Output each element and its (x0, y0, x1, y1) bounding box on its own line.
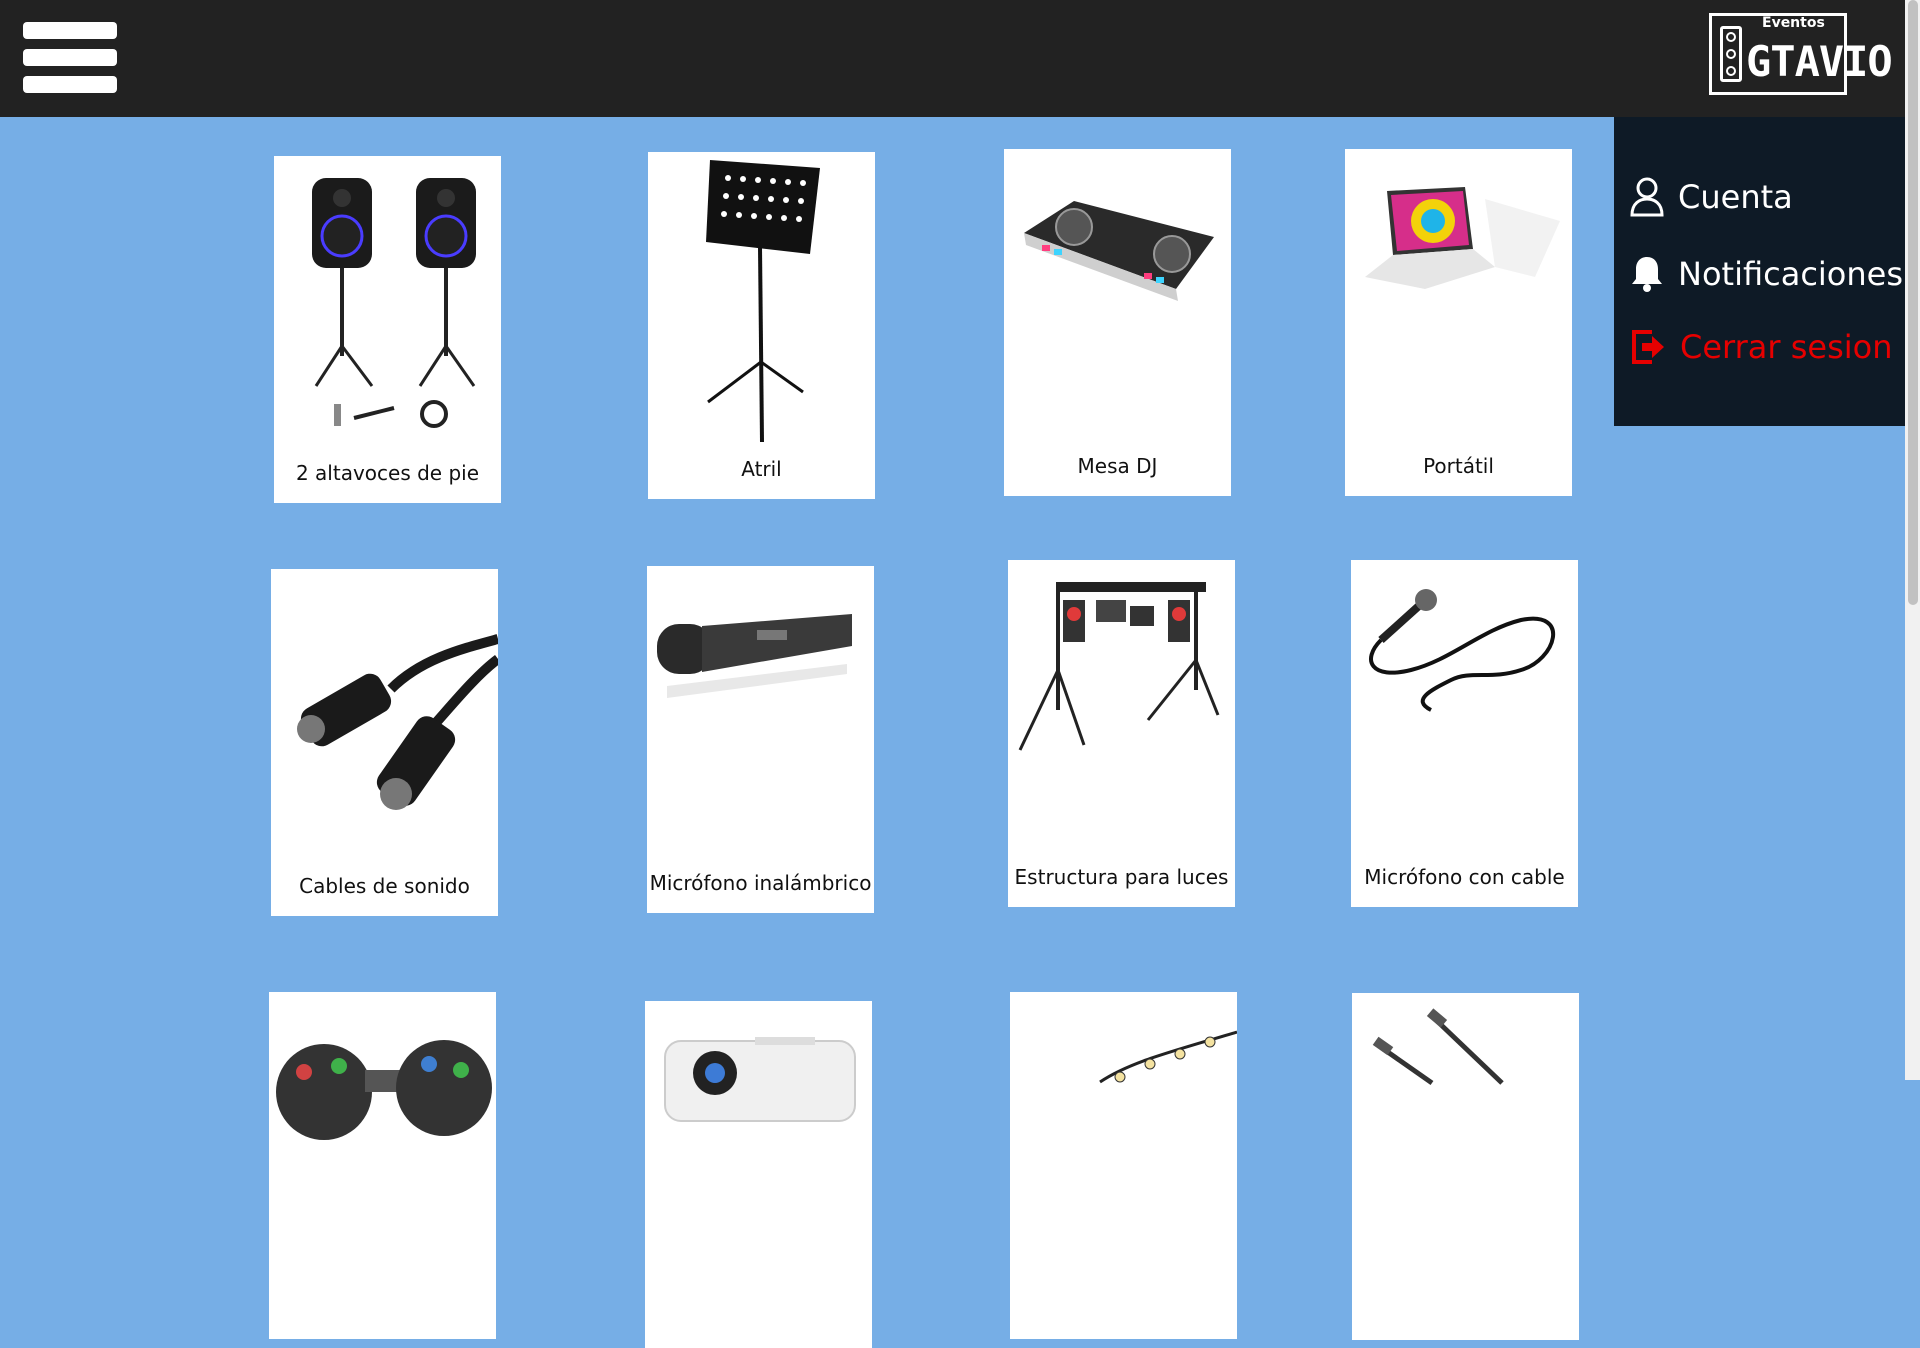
product-card[interactable]: Atril (648, 152, 875, 499)
music-stand-image (706, 160, 820, 442)
wired-mic-image (1369, 589, 1555, 712)
wireless-mic-image (657, 614, 852, 698)
light-truss-image (1018, 582, 1220, 751)
account-menu: Cuenta Notificaciones Cerrar sesion (1614, 117, 1905, 426)
product-card[interactable]: Estructura para luces (1008, 560, 1235, 907)
product-name: Portátil (1423, 454, 1494, 478)
logout-icon (1632, 330, 1664, 364)
disco-lights-image (276, 1040, 492, 1140)
product-card[interactable]: 2 altavoces de pie (274, 156, 501, 503)
product-card[interactable] (269, 992, 496, 1339)
laptop-image (1365, 187, 1560, 289)
product-card[interactable] (645, 1001, 872, 1348)
product-card[interactable] (1352, 993, 1579, 1340)
menu-label: Notificaciones (1678, 255, 1904, 293)
string-lights-image (1099, 1030, 1237, 1084)
product-card[interactable]: Mesa DJ (1004, 149, 1231, 496)
menu-item-cerrar-sesion[interactable]: Cerrar sesion (1630, 322, 1893, 372)
hamburger-menu-icon[interactable] (23, 22, 117, 94)
product-name: Atril (741, 457, 782, 481)
speakers-image (312, 178, 476, 428)
menu-item-cuenta[interactable]: Cuenta (1630, 172, 1793, 222)
page-scrollbar[interactable] (1905, 0, 1920, 1080)
product-card[interactable]: Portátil (1345, 149, 1572, 496)
mic-stands-image (1372, 1008, 1504, 1086)
user-icon (1630, 177, 1664, 217)
dj-controller-image (1024, 201, 1214, 301)
product-name: Mesa DJ (1077, 454, 1158, 478)
product-card[interactable]: Micrófono con cable (1351, 560, 1578, 907)
product-name: 2 altavoces de pie (295, 461, 480, 485)
xlr-cable-image (297, 634, 498, 810)
scrollbar-thumb[interactable] (1908, 0, 1918, 605)
product-card[interactable]: Micrófono inalámbrico (647, 566, 874, 913)
top-bar: Eventos GTAVIO (0, 0, 1905, 117)
menu-label: Cuenta (1678, 178, 1793, 216)
product-name: Cables de sonido (299, 874, 470, 898)
menu-label: Cerrar sesion (1680, 328, 1893, 366)
bell-icon (1632, 257, 1662, 292)
product-card[interactable] (1010, 992, 1237, 1339)
projector-image (664, 1037, 856, 1122)
product-card[interactable]: Cables de sonido (271, 569, 498, 916)
menu-item-notificaciones[interactable]: Notificaciones (1630, 249, 1903, 299)
product-name: Micrófono con cable (1364, 865, 1565, 889)
product-name: Estructura para luces (1014, 865, 1229, 889)
brand-logo[interactable]: Eventos GTAVIO (1709, 13, 1893, 95)
product-name: Micrófono inalámbrico (649, 871, 872, 895)
